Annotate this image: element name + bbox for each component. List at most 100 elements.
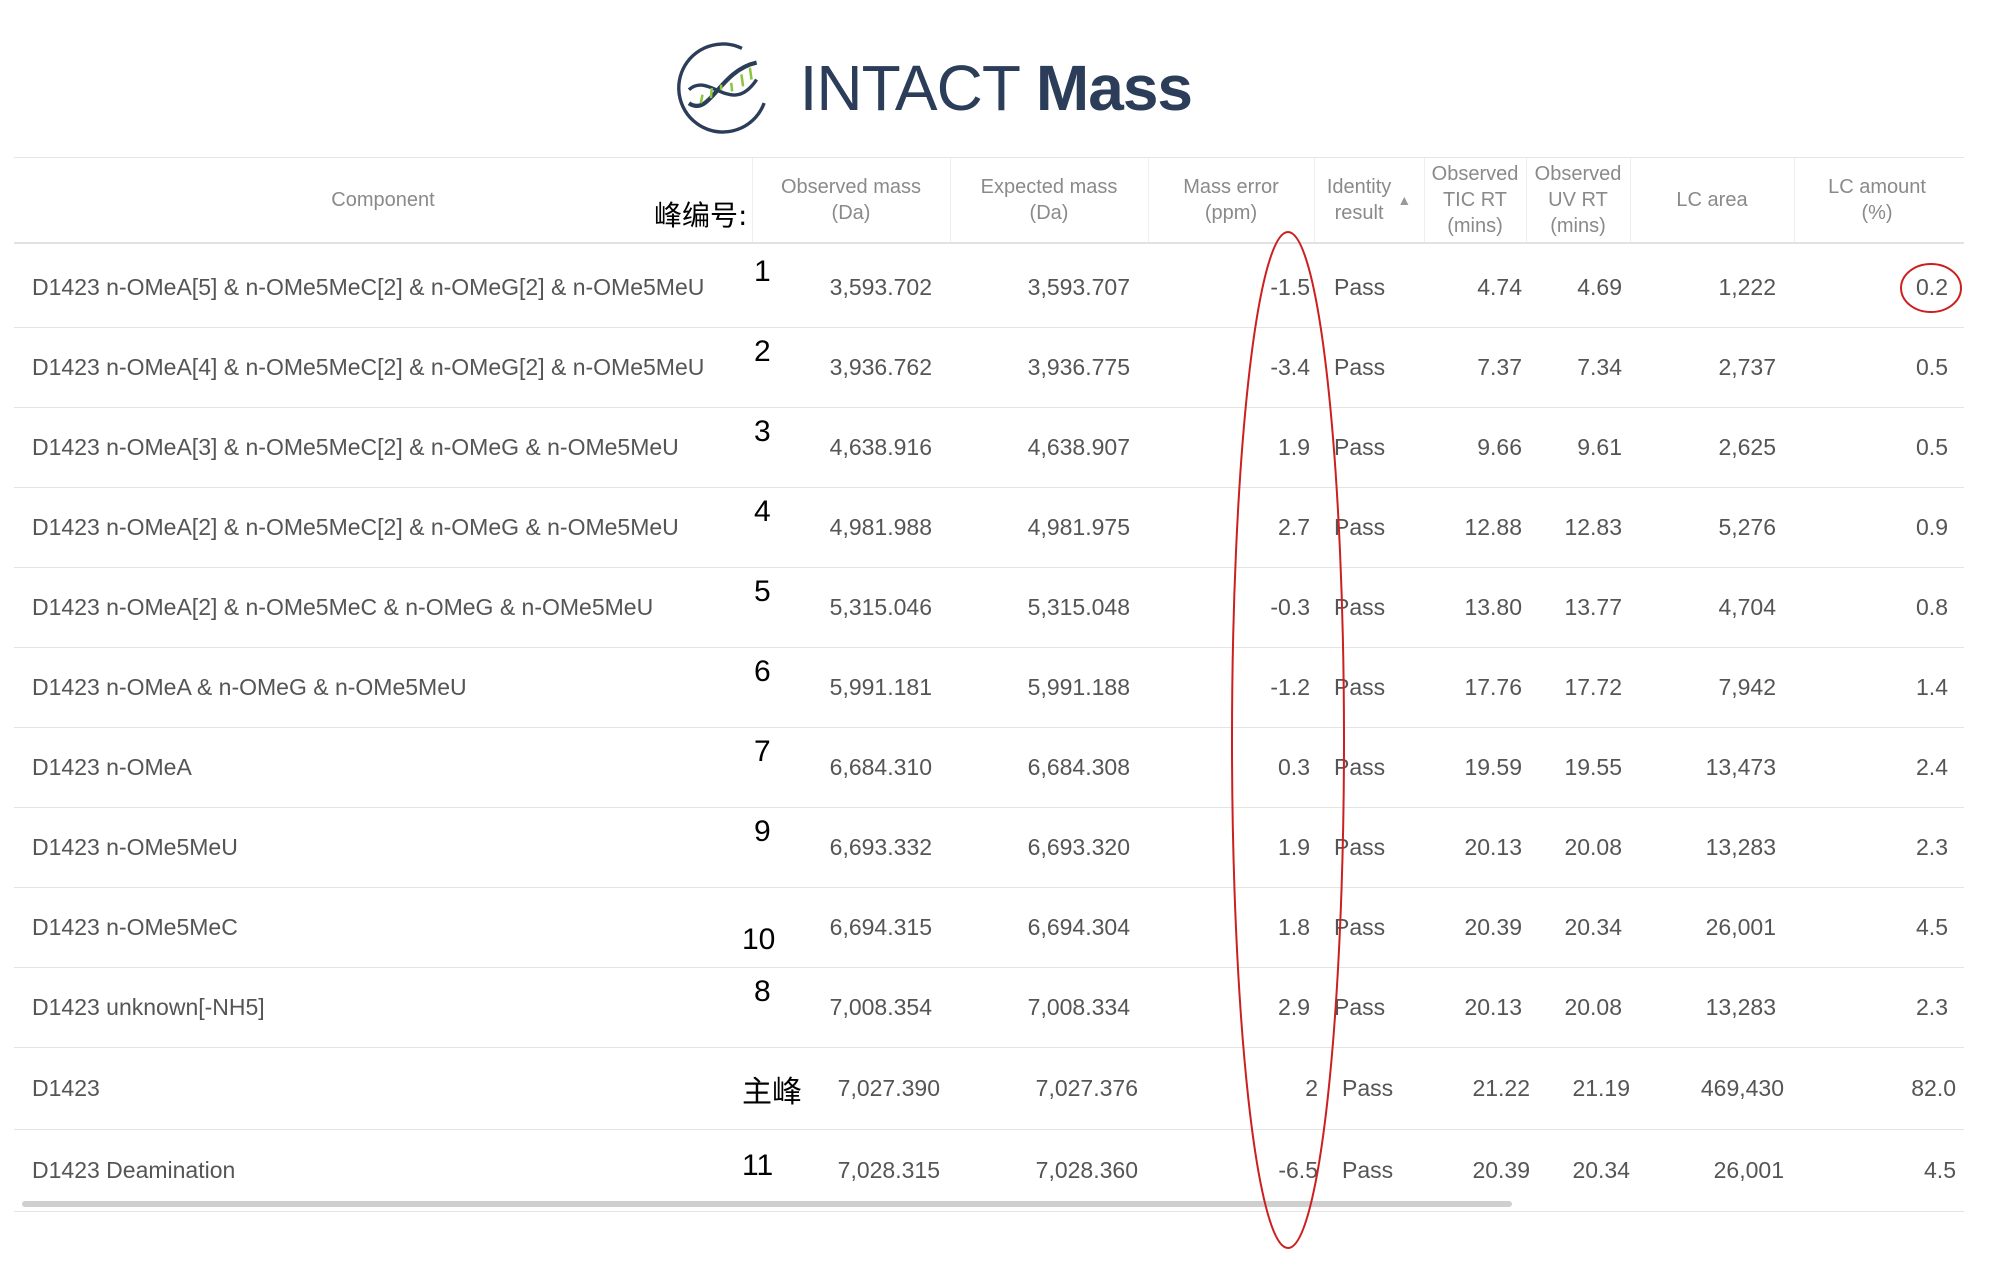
cell-uv-rt: 19.55 xyxy=(1564,753,1622,780)
cell-component: D1423 Deamination xyxy=(32,1156,236,1183)
logo-text-light: INTACT xyxy=(799,52,1021,124)
cell-tic-rt: 20.39 xyxy=(1464,913,1522,940)
cell-mass-error: -3.4 xyxy=(1270,353,1310,380)
cell-lc-amount: 0.5 xyxy=(1916,353,1948,380)
cell-expected-mass: 5,315.048 xyxy=(1027,593,1130,620)
cell-uv-rt: 20.34 xyxy=(1564,913,1622,940)
cell-expected-mass: 6,684.308 xyxy=(1027,753,1130,780)
cell-tic-rt: 17.76 xyxy=(1464,673,1522,700)
table-row[interactable]: D1423 unknown[-NH5] 8 7,008.354 7,008.334 2.… xyxy=(14,967,1964,1048)
table-row[interactable]: D1423 n-OMeA & n-OMeG & n-OMe5MeU 6 5,991.… xyxy=(14,647,1964,728)
cell-component: D1423 unknown[-NH5] xyxy=(32,993,265,1020)
cell-lc-area: 26,001 xyxy=(1713,1156,1784,1183)
col-header-component[interactable]: Component xyxy=(14,158,753,242)
table-row[interactable]: D1423 n-OMeA 7 6,684.310 6,684.308 0.3 Pass 19… xyxy=(14,727,1964,808)
cell-mass-error: -0.3 xyxy=(1270,593,1310,620)
sort-asc-icon[interactable]: ▲ xyxy=(1397,187,1411,213)
cell-component: D1423 n-OMeA xyxy=(32,753,192,780)
col-header-uv-rt[interactable]: Observed UV RT (mins) xyxy=(1526,158,1631,242)
cell-lc-area: 5,276 xyxy=(1718,513,1776,540)
cell-expected-mass: 6,694.304 xyxy=(1027,913,1130,940)
col-header-lc-area[interactable]: LC area xyxy=(1630,158,1795,242)
col-header-observed-mass[interactable]: Observed mass (Da) xyxy=(752,158,951,242)
peak-number-label: 峰编号: xyxy=(654,199,748,232)
cell-lc-amount: 1.4 xyxy=(1916,673,1948,700)
cell-uv-rt: 9.61 xyxy=(1577,433,1622,460)
cell-mass-error: 2 xyxy=(1305,1074,1318,1101)
cell-lc-amount: 4.5 xyxy=(1924,1156,1956,1183)
cell-uv-rt: 17.72 xyxy=(1564,673,1622,700)
cell-expected-mass: 4,638.907 xyxy=(1027,433,1130,460)
cell-lc-area: 469,430 xyxy=(1700,1074,1784,1101)
cell-lc-amount: 0.8 xyxy=(1916,593,1948,620)
cell-lc-amount: 0.9 xyxy=(1916,513,1948,540)
cell-tic-rt: 7.37 xyxy=(1477,353,1522,380)
cell-uv-rt: 21.19 xyxy=(1572,1074,1630,1101)
cell-mass-error: 2.7 xyxy=(1278,513,1310,540)
cell-component: D1423 n-OMe5MeC xyxy=(32,913,238,940)
cell-lc-amount: 2.4 xyxy=(1916,753,1948,780)
cell-expected-mass: 4,981.975 xyxy=(1027,513,1130,540)
cell-component: D1423 n-OMeA[3] & n-OMe5MeC[2] & n-OMeG … xyxy=(32,433,679,460)
cell-tic-rt: 20.13 xyxy=(1464,993,1522,1020)
cell-tic-rt: 9.66 xyxy=(1477,433,1522,460)
table-row[interactable]: D1423 n-OMeA[2] & n-OMe5MeC & n-OMeG & n… xyxy=(14,567,1964,648)
cell-expected-mass: 7,028.360 xyxy=(1035,1156,1138,1183)
cell-observed-mass: 7,028.315 xyxy=(837,1156,940,1183)
cell-mass-error: 1.8 xyxy=(1278,913,1310,940)
col-header-mass-error[interactable]: Mass error (ppm) xyxy=(1148,158,1315,242)
table-row[interactable]: D1423 n-OMeA[3] & n-OMe5MeC[2] & n-OMeG … xyxy=(14,407,1964,488)
cell-observed-mass: 5,991.181 xyxy=(829,673,932,700)
cell-uv-rt: 20.34 xyxy=(1572,1156,1630,1183)
cell-component: D1423 n-OMeA[2] & n-OMe5MeC & n-OMeG & n… xyxy=(32,593,654,620)
cell-expected-mass: 7,027.376 xyxy=(1035,1074,1138,1101)
cell-lc-amount: 4.5 xyxy=(1916,913,1948,940)
cell-uv-rt: 20.08 xyxy=(1564,993,1622,1020)
logo-text-bold: Mass xyxy=(1035,52,1193,124)
cell-tic-rt: 19.59 xyxy=(1464,753,1522,780)
table-row[interactable]: D1423 n-OMe5MeC 10 6,694.315 6,694.304 1.8 Pa… xyxy=(14,887,1964,968)
table-row[interactable]: D1423 n-OMeA[2] & n-OMe5MeC[2] & n-OMeG … xyxy=(14,487,1964,568)
cell-uv-rt: 13.77 xyxy=(1564,593,1622,620)
cell-lc-area: 13,283 xyxy=(1705,993,1776,1020)
cell-lc-area: 7,942 xyxy=(1718,673,1776,700)
dna-logo-icon xyxy=(677,42,769,134)
col-header-identity-result[interactable]: Identity result ▲ xyxy=(1314,158,1425,242)
cell-uv-rt: 20.08 xyxy=(1564,833,1622,860)
cell-observed-mass: 4,638.916 xyxy=(829,433,932,460)
cell-expected-mass: 5,991.188 xyxy=(1027,673,1130,700)
cell-observed-mass: 7,027.390 xyxy=(837,1074,940,1101)
cell-lc-area: 2,625 xyxy=(1718,433,1776,460)
col-header-expected-mass[interactable]: Expected mass (Da) xyxy=(950,158,1149,242)
cell-tic-rt: 12.88 xyxy=(1464,513,1522,540)
cell-mass-error: -1.2 xyxy=(1270,673,1310,700)
col-header-tic-rt[interactable]: Observed TIC RT (mins) xyxy=(1424,158,1527,242)
table-row[interactable]: D1423 主峰 7,027.390 7,027.376 2 Pass 21.22 21.19… xyxy=(14,1047,1964,1130)
cell-lc-amount: 2.3 xyxy=(1916,993,1948,1020)
cell-lc-area: 13,473 xyxy=(1705,753,1776,780)
table-row[interactable]: D1423 n-OMeA[4] & n-OMe5MeC[2] & n-OMeG[… xyxy=(14,327,1964,408)
cell-observed-mass: 7,008.354 xyxy=(829,993,932,1020)
cell-expected-mass: 3,593.707 xyxy=(1027,273,1130,300)
cell-lc-amount: 82.0 xyxy=(1911,1074,1956,1101)
col-header-lc-amount[interactable]: LC amount (%) xyxy=(1794,158,1960,242)
cell-observed-mass: 5,315.046 xyxy=(829,593,932,620)
table-row[interactable]: D1423 n-OMeA[5] & n-OMe5MeC[2] & n-OMeG[… xyxy=(14,247,1964,328)
table-header: Component Observed mass (Da) Expected mas… xyxy=(14,157,1964,244)
intact-mass-logo: INTACT Mass xyxy=(672,28,1193,148)
horizontal-scrollbar[interactable] xyxy=(22,1201,1512,1207)
cell-lc-area: 2,737 xyxy=(1718,353,1776,380)
cell-expected-mass: 6,693.320 xyxy=(1027,833,1130,860)
cell-tic-rt: 20.39 xyxy=(1472,1156,1530,1183)
table-row[interactable]: D1423 Deamination 11 7,028.315 7,028.360 -6.… xyxy=(14,1129,1964,1212)
cell-component: D1423 n-OMeA & n-OMeG & n-OMe5MeU xyxy=(32,673,467,700)
table-row[interactable]: D1423 n-OMe5MeU 9 6,693.332 6,693.320 1.9 Pas… xyxy=(14,807,1964,888)
cell-mass-error: 0.3 xyxy=(1278,753,1310,780)
cell-mass-error: 1.9 xyxy=(1278,433,1310,460)
cell-expected-mass: 3,936.775 xyxy=(1027,353,1130,380)
cell-lc-amount: 2.3 xyxy=(1916,833,1948,860)
cell-tic-rt: 13.80 xyxy=(1464,593,1522,620)
cell-mass-error: -6.5 xyxy=(1278,1156,1318,1183)
cell-uv-rt: 4.69 xyxy=(1577,273,1622,300)
cell-component: D1423 xyxy=(32,1074,100,1101)
